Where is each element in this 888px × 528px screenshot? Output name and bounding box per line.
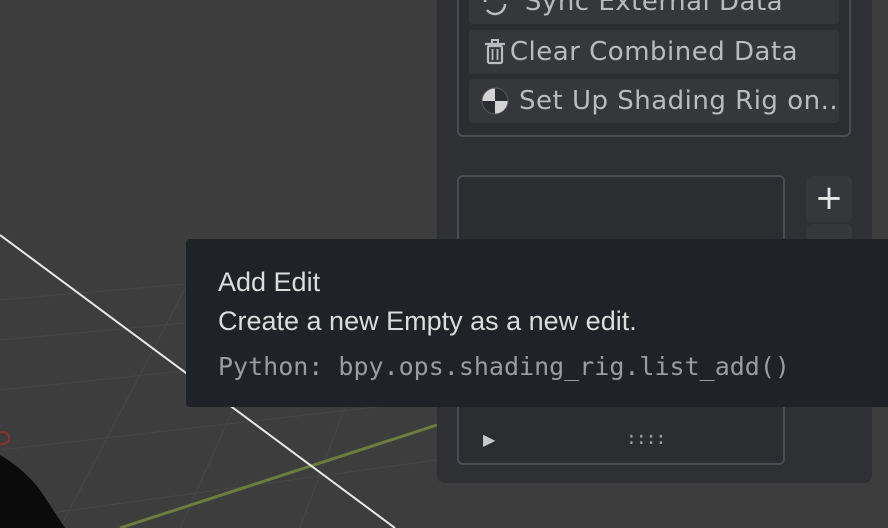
expand-arrow-icon[interactable]: ▶ — [483, 430, 495, 449]
tooltip-python-path: Python: bpy.ops.shading_rig.list_add() — [218, 352, 790, 381]
tooltip-title: Add Edit — [218, 267, 321, 297]
clear-combined-data-label: Clear Combined Data — [509, 37, 799, 67]
remove-edit-button[interactable] — [806, 224, 852, 240]
sync-icon — [483, 0, 507, 16]
set-up-shading-rig-button[interactable]: Set Up Shading Rig on... — [469, 79, 839, 123]
sync-external-data-label: Sync External Data — [524, 0, 784, 17]
shading-sphere-icon — [481, 87, 509, 115]
clear-combined-data-button[interactable]: Clear Combined Data — [469, 30, 839, 74]
trash-icon — [485, 39, 505, 65]
list-resize-grip[interactable]: :::: — [626, 428, 666, 449]
sync-external-data-button[interactable]: Sync External Data — [469, 0, 839, 24]
add-edit-button[interactable]: + — [806, 176, 852, 222]
tooltip-description: Create a new Empty as a new edit. — [218, 306, 637, 336]
plus-icon: + — [814, 178, 844, 218]
set-up-shading-rig-label: Set Up Shading Rig on... — [519, 86, 839, 116]
